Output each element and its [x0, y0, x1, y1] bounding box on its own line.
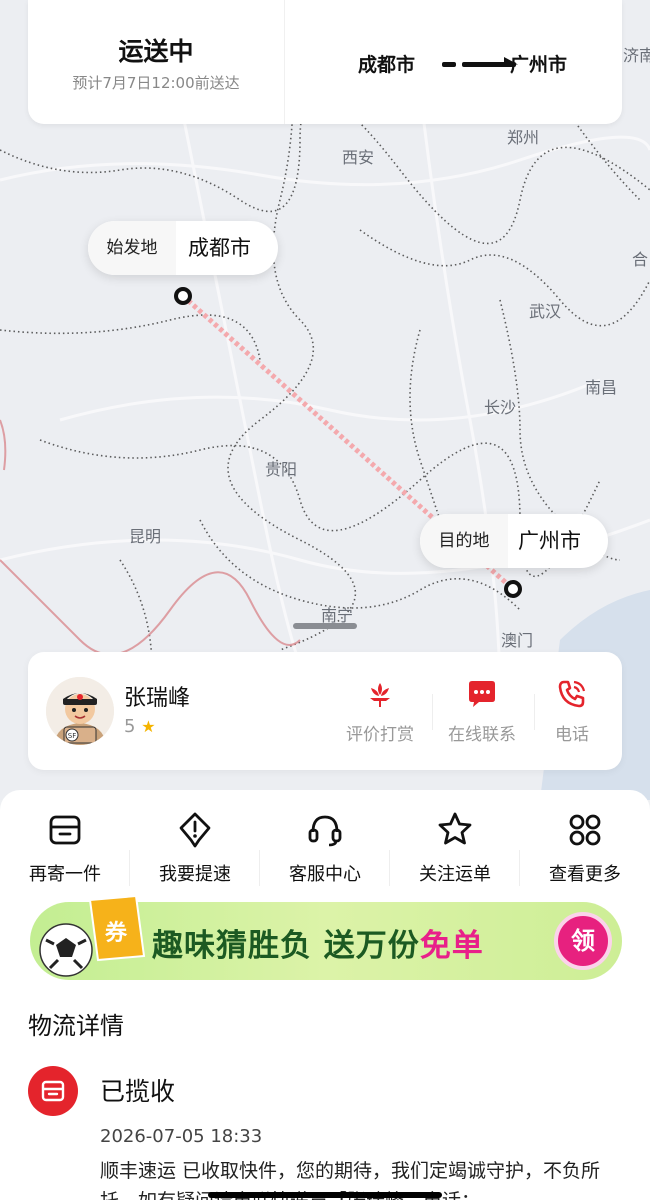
city-label-nanchang: 南昌: [585, 378, 618, 397]
promo-text-highlight: 免单: [419, 928, 484, 964]
courier-mascot-icon: SF: [46, 677, 114, 745]
city-label-kunming: 昆明: [129, 527, 162, 546]
headset-icon: [308, 815, 342, 847]
route-arrow-icon: [442, 57, 518, 67]
destination-pin[interactable]: 目的地 广州市: [420, 514, 608, 568]
star-outline-icon: [438, 812, 472, 845]
star-icon: ★: [141, 717, 156, 736]
logistics-section-title: 物流详情: [28, 1012, 124, 1040]
follow-waybill-label: 关注运单: [419, 864, 491, 885]
status-divider: [284, 0, 285, 124]
customer-service-label: 客服中心: [289, 864, 361, 885]
courier-rating-value: 5: [124, 716, 136, 737]
chat-button[interactable]: 在线联系: [434, 678, 530, 745]
route-dest-city: 广州市: [510, 54, 568, 76]
call-label: 电话: [555, 725, 589, 745]
promo-text: 趣味猜胜负 送万份免单: [152, 920, 484, 965]
status-title: 运送中: [118, 37, 194, 66]
city-label-zhengzhou: 郑州: [507, 128, 540, 147]
city-label-xian: 西安: [342, 148, 375, 167]
destination-place: 广州市: [518, 529, 581, 553]
claim-button[interactable]: 领: [554, 912, 612, 970]
package-box-icon: [49, 815, 81, 845]
courier-name: 张瑞峰: [124, 686, 191, 711]
event-status-icon: [28, 1066, 78, 1116]
chat-bubble-icon: [469, 681, 495, 707]
city-label-jinan: 济南: [623, 46, 650, 65]
promo-banner[interactable]: 券 趣味猜胜负 送万份免单 领: [30, 894, 622, 980]
tip-label: 评价打赏: [346, 725, 414, 745]
resend-label: 再寄一件: [29, 864, 101, 885]
sheet-drag-handle[interactable]: [293, 623, 357, 629]
promo-text-main: 趣味猜胜负 送万份: [152, 928, 420, 964]
destination-marker: [504, 580, 522, 598]
route-origin-city: 成都市: [358, 54, 416, 76]
shipment-status-card: 运送中 预计7月7日12:00前送达 成都市 广州市: [28, 0, 622, 124]
call-button[interactable]: 电话: [524, 678, 620, 745]
more-label: 查看更多: [549, 864, 621, 885]
alert-badge-icon: [179, 812, 211, 848]
city-label-macau: 澳门: [501, 631, 534, 650]
package-collected-icon: [41, 1080, 65, 1102]
detail-sheet: 再寄一件 我要提速 客服中心 关注运单 查看更多 券 趣味猜胜负 送万份免单 领…: [0, 790, 650, 1200]
resend-button[interactable]: 再寄一件: [0, 810, 130, 886]
destination-tag: 目的地: [420, 514, 508, 568]
coupon-char: 券: [104, 920, 128, 946]
home-indicator[interactable]: [208, 1192, 442, 1198]
follow-waybill-button[interactable]: 关注运单: [390, 810, 520, 886]
customer-service-button[interactable]: 客服中心: [260, 810, 390, 886]
chat-label: 在线联系: [448, 725, 516, 745]
origin-marker: [174, 287, 192, 305]
event-title: 已揽收: [100, 1077, 176, 1106]
origin-pin[interactable]: 始发地 成都市: [88, 221, 278, 275]
city-label-guiyang: 贵阳: [265, 460, 298, 479]
expedite-label: 我要提速: [159, 864, 231, 885]
lotus-icon: [370, 683, 390, 707]
expedite-button[interactable]: 我要提速: [130, 810, 260, 886]
status-summary: 运送中 预计7月7日12:00前送达: [28, 0, 284, 124]
tip-button[interactable]: 评价打赏: [332, 678, 428, 745]
city-label-changsha: 长沙: [484, 398, 517, 417]
courier-rating: 5 ★: [124, 716, 156, 737]
svg-text:SF: SF: [68, 732, 76, 740]
origin-place: 成都市: [188, 236, 251, 260]
grid-circles-icon: [569, 814, 601, 846]
courier-card: SF 张瑞峰 5 ★ 评价打赏 在线联系 电话: [28, 652, 622, 770]
football-coupon-icon: 券: [39, 894, 146, 977]
event-time: 2026-07-05 18:33: [100, 1126, 263, 1147]
origin-tag: 始发地: [88, 221, 176, 275]
delivery-eta: 预计7月7日12:00前送达: [72, 74, 240, 92]
more-button[interactable]: 查看更多: [520, 810, 650, 886]
courier-avatar[interactable]: SF: [46, 677, 114, 745]
action-divider: [432, 694, 433, 730]
phone-icon: [558, 680, 586, 708]
city-label-hefei: 合: [632, 250, 649, 269]
city-label-wuhan: 武汉: [529, 302, 562, 321]
